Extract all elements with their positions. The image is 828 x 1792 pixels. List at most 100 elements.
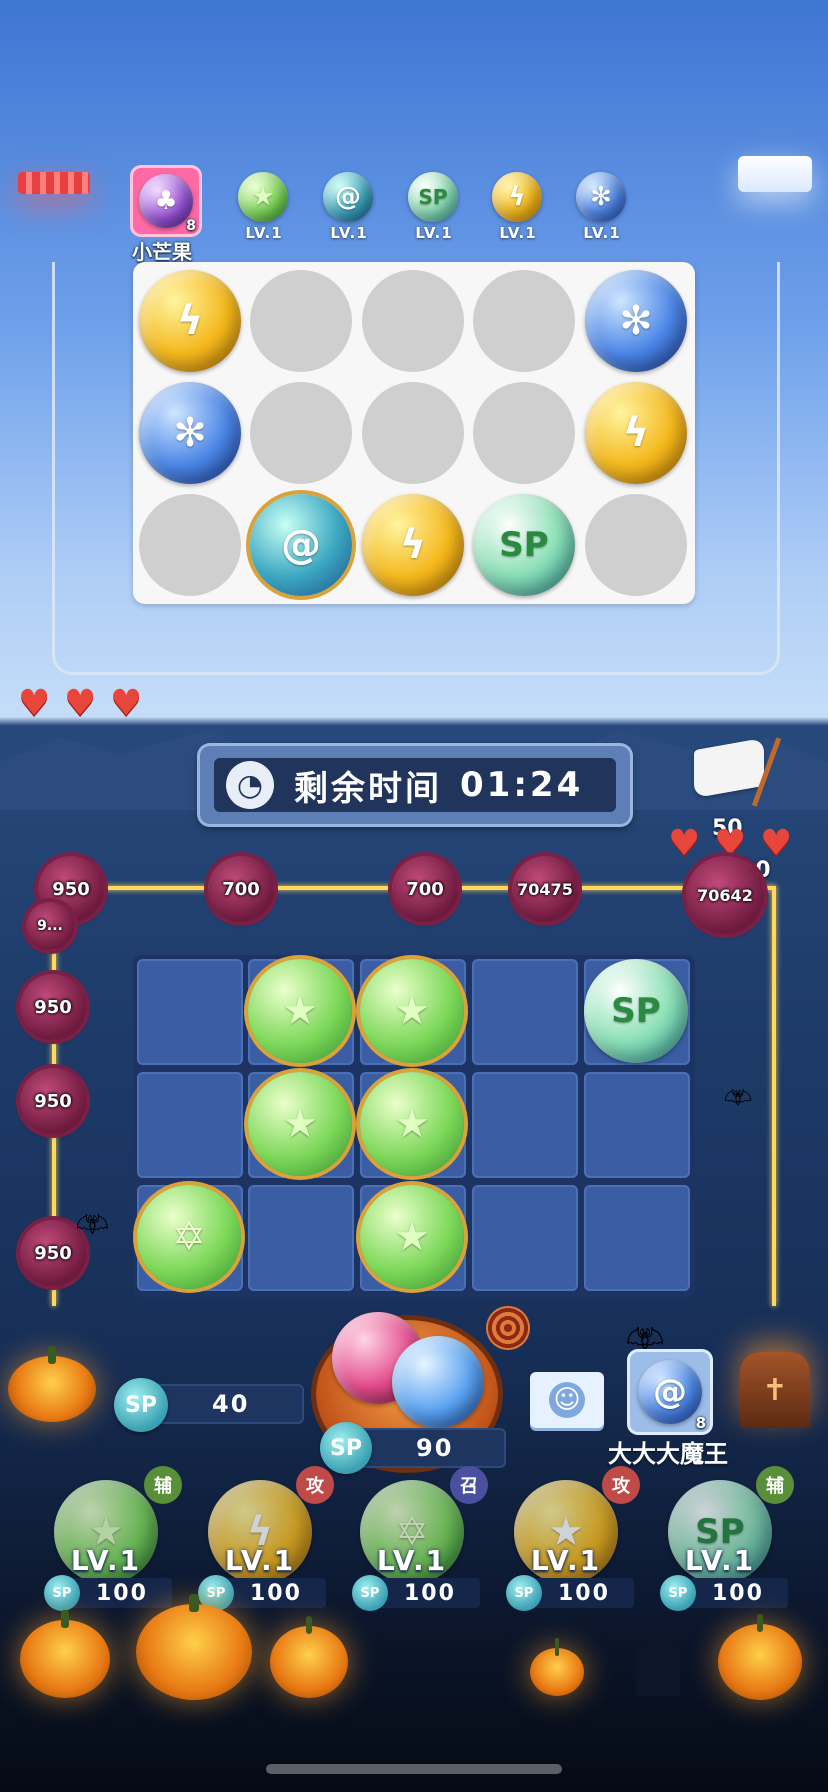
leaf-star-orb-icon[interactable]: ★ [248, 959, 352, 1063]
blue-orb-icon [392, 1336, 484, 1428]
smile-icon: ☺ [549, 1382, 585, 1418]
snowflake-orb-icon: ✻ [585, 270, 687, 372]
enemy: 950 [20, 974, 86, 1040]
empty-slot [250, 270, 352, 372]
enemy-hp: 950 [34, 996, 72, 1018]
tombstone-icon: ✝ [740, 1352, 810, 1428]
deck-level: LV.1 [583, 224, 621, 242]
enemy-path-right [772, 886, 776, 1306]
sp-icon: SP [352, 1575, 388, 1611]
left-lamp [18, 172, 90, 194]
sp-current: 40 [212, 1390, 250, 1418]
opponent-avatar-level: 8 [186, 218, 196, 234]
empty-slot [473, 382, 575, 484]
right-lamp [738, 156, 812, 192]
heart-icon: ♥ [668, 823, 701, 864]
upgrade-cost[interactable]: SP 100 [660, 1575, 788, 1611]
lightning-orb-icon: ϟ [362, 494, 464, 596]
upgrade-cost[interactable]: SP 100 [352, 1575, 480, 1611]
enemy: 950 [20, 1068, 86, 1134]
lightning-orb-icon: ϟ [492, 172, 542, 222]
upgrade-level: LV.1 [224, 1544, 296, 1577]
empty-slot [139, 494, 241, 596]
timer-panel: ◔ 剩余时间 01:24 [200, 746, 630, 824]
leaf-star-orb-icon[interactable]: ★ [360, 1072, 464, 1176]
upgrade-level: LV.1 [70, 1544, 142, 1577]
enemy: 70475 [512, 856, 578, 922]
snowflake-orb-icon: ✻ [139, 382, 241, 484]
attack-tag: 攻 [602, 1466, 640, 1504]
deck-level: LV.1 [415, 224, 453, 242]
opponent-avatar[interactable]: ♣ 8 [133, 168, 199, 234]
heart-icon: ♥ [64, 683, 97, 724]
empty-slot [585, 494, 687, 596]
enemy-hp: 950 [34, 1090, 72, 1112]
sp-icon: SP [320, 1422, 372, 1474]
empty-slot [362, 382, 464, 484]
leaf-star-orb-icon[interactable]: ★ [360, 1185, 464, 1289]
upgrade-cost[interactable]: SP 100 [506, 1575, 634, 1611]
pumpkin-icon [20, 1610, 110, 1698]
pumpkin-icon [530, 1638, 584, 1696]
timer-value: 01:24 [460, 765, 584, 805]
clock-icon: ◔ [226, 761, 274, 809]
empty-slot [250, 382, 352, 484]
upgrade-cost[interactable]: SP 100 [44, 1575, 172, 1611]
opponent-name: 小芒果 [132, 240, 192, 264]
board-cell[interactable] [584, 1185, 690, 1291]
board-cell[interactable] [137, 1072, 243, 1178]
empty-slot [362, 270, 464, 372]
opponent-board: ϟ ✻ ✻ ϟ @ ϟ SP [133, 262, 695, 604]
enemy: 9... [26, 902, 74, 950]
board-cell[interactable] [472, 959, 578, 1065]
enemy-hp: 70475 [517, 879, 573, 899]
tornado-orb-icon: @ [323, 172, 373, 222]
player-name: 大大大魔王 [608, 1440, 728, 1468]
support-tag: 辅 [144, 1466, 182, 1504]
player-avatar[interactable]: @ 8 [630, 1352, 710, 1432]
flag-icon [694, 737, 764, 799]
swirl-orb-icon: @ [638, 1360, 702, 1424]
deck-level: LV.1 [330, 224, 368, 242]
enemy-hp: 700 [406, 878, 444, 900]
pumpkin-icon [270, 1616, 348, 1698]
enemy-hp: 950 [52, 878, 90, 900]
enemy-hp: 9... [37, 918, 63, 934]
enemy-hp: 70642 [697, 885, 753, 905]
sp-icon: SP [44, 1575, 80, 1611]
surrender-flag-button[interactable] [686, 736, 786, 807]
tornado-orb-icon: @ [250, 494, 352, 596]
leaf-star-orb-icon[interactable]: ★ [248, 1072, 352, 1176]
green-star-orb-icon[interactable]: ✡ [137, 1185, 241, 1289]
upgrade-cost[interactable]: SP 100 [198, 1575, 326, 1611]
leaf-star-orb-icon[interactable]: ★ [360, 959, 464, 1063]
board-cell[interactable] [584, 1072, 690, 1178]
board-cell[interactable] [248, 1185, 354, 1291]
heart-icon: ♥ [760, 823, 793, 864]
attack-tag: 攻 [296, 1466, 334, 1504]
enemy: 70642 [686, 856, 764, 934]
sp-orb-icon: SP [408, 172, 458, 222]
board-cell[interactable] [472, 1072, 578, 1178]
summon-cost: 90 [416, 1434, 454, 1462]
emote-button[interactable]: ☺ [530, 1372, 604, 1428]
pumpkin-icon [718, 1614, 802, 1700]
enemy: 700 [208, 856, 274, 922]
deck-level: LV.1 [245, 224, 283, 242]
sp-icon: SP [114, 1378, 168, 1432]
board-cell[interactable] [137, 959, 243, 1065]
player-board: ★ ★ SP ★ ★ ✡ ★ [133, 955, 695, 1297]
upgrade-level: LV.1 [376, 1544, 448, 1577]
heart-icon: ♥ [110, 683, 143, 724]
leaf-star-orb-icon: ★ [238, 172, 288, 222]
timer-label: 剩余时间 [294, 768, 442, 809]
spiral-candy-icon [486, 1306, 530, 1350]
lightning-orb-icon: ϟ [585, 382, 687, 484]
sp-orb-icon[interactable]: SP [584, 959, 688, 1063]
snowflake-orb-icon: ✻ [576, 172, 626, 222]
board-cell[interactable] [472, 1185, 578, 1291]
sp-icon: SP [506, 1575, 542, 1611]
pumpkin-lantern-icon [8, 1346, 96, 1422]
lightning-orb-icon: ϟ [139, 270, 241, 372]
heart-icon: ♥ [18, 683, 51, 724]
